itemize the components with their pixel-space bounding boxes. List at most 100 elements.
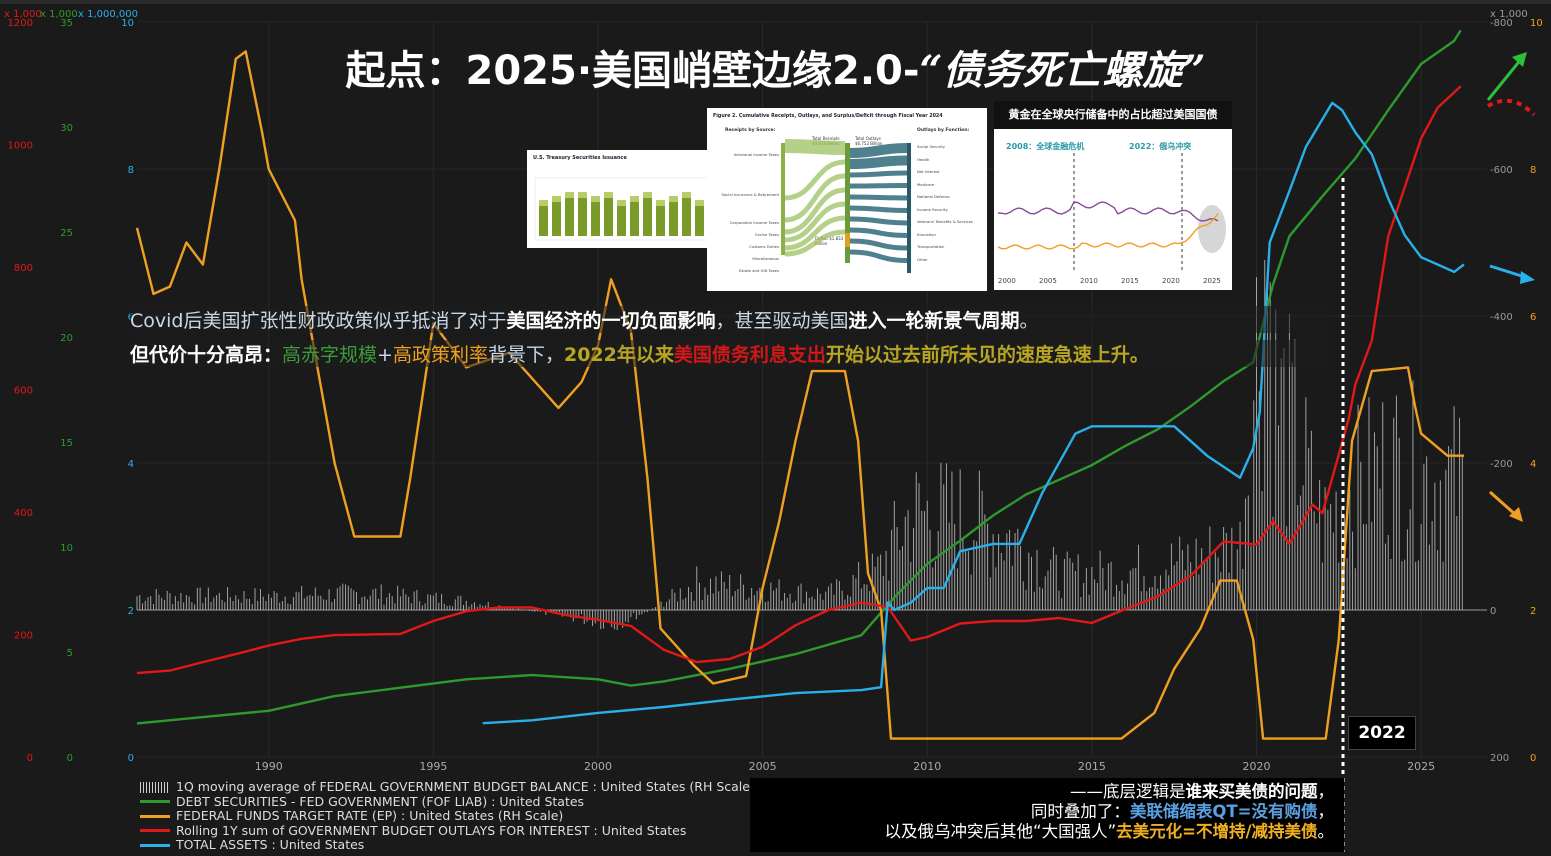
- receipt-item-label: Estate and Gift Taxes: [739, 268, 779, 273]
- concl1-a: ——底层逻辑是: [1070, 782, 1186, 801]
- treasury-bar-base: [656, 206, 665, 236]
- treasury-bar-top: [617, 200, 626, 206]
- blue-axis-tick-8: 8: [128, 165, 134, 176]
- red-axis-tick-800: 800: [14, 263, 33, 274]
- treasury-bar-top: [539, 200, 548, 206]
- x-tick-2010: 2010: [913, 760, 941, 773]
- treasury-bar-base: [552, 202, 561, 236]
- chart-canvas: 1990 1995 2000 2005 2010 2015 2020 2025 1200 1000…: [0, 0, 1551, 856]
- green-axis-header: x 1,000: [40, 9, 78, 20]
- blue-axis-tick-0: 0: [128, 753, 134, 764]
- gold-year-label: 2005: [1039, 277, 1057, 285]
- note1-part-a: Covid后美国扩张性财政政策似乎抵消了对于: [130, 310, 507, 332]
- outlay-item-label: Transportation: [917, 244, 945, 249]
- x-tick-2020: 2020: [1243, 760, 1271, 773]
- inset-gold-share: 黄金在全球央行储备中的占比超过美国国债 2008：全球金融危机 2022：俄乌冲…: [994, 101, 1232, 290]
- green-axis-tick-25: 25: [60, 228, 73, 239]
- note2-part-d: 高政策利率: [392, 344, 488, 366]
- concl3-b: 去美元化=不增持/减持美债: [1116, 822, 1318, 841]
- rate-axis-tick-10: 10: [1530, 18, 1543, 29]
- sankey-flow-out: [849, 216, 908, 226]
- sankey-flow-out: [849, 155, 908, 169]
- x-tick-1995: 1995: [419, 760, 447, 773]
- legend-swatch: [140, 800, 170, 804]
- trend-arrows: [1486, 52, 1536, 522]
- red-dashed-arc: [1486, 98, 1536, 117]
- inset-gold-chart: [997, 153, 1226, 271]
- legend-swatch: [140, 781, 170, 793]
- receipt-item-label: Individual Income Taxes: [733, 152, 779, 157]
- receipt-item-label: Customs Duties: [749, 244, 779, 249]
- note1-part-e: 。: [1019, 310, 1039, 332]
- treasury-bar-base: [617, 206, 626, 236]
- outlay-item-label: Medicare: [917, 181, 935, 187]
- balance-axis-tick--400: -400: [1490, 312, 1513, 323]
- red-axis-tick-200: 200: [14, 631, 33, 642]
- treasury-bar-top: [643, 192, 652, 198]
- rate-axis-tick-4: 4: [1530, 459, 1536, 470]
- treasury-bar-top: [591, 196, 600, 202]
- treasury-bar-top: [552, 196, 561, 202]
- outlay-item-label: Education: [917, 231, 936, 237]
- balance-axis-tick-0: 0: [1490, 606, 1496, 617]
- outlay-item-label: National Defense: [917, 194, 950, 199]
- sankey-flow-out: [849, 227, 908, 238]
- rate-axis-tick-6: 6: [1530, 312, 1536, 323]
- legend-label: 1Q moving average of FEDERAL GOVERNMENT …: [176, 779, 755, 794]
- legend-item: FEDERAL FUNDS TARGET RATE (EP) : United …: [140, 808, 755, 824]
- gold-year-label: 2020: [1162, 277, 1180, 285]
- right-axis-header: x 1,000: [1490, 9, 1528, 20]
- balance-axis-tick--600: -600: [1490, 165, 1513, 176]
- treasury-bar-base: [539, 206, 548, 236]
- note2-part-b: 高赤字规模: [282, 344, 378, 366]
- concl1-c: ，: [1317, 782, 1335, 801]
- balance-axis-tick--200: -200: [1490, 459, 1513, 470]
- concl2-c: ，: [1317, 802, 1335, 821]
- sankey-flow-out: [849, 238, 908, 251]
- red-axis-tick-1000: 1000: [8, 141, 33, 152]
- conclusion-line-1: ——底层逻辑是谁来买美债的问题，: [750, 782, 1334, 802]
- sankey-flow-out: [849, 143, 908, 158]
- red-axis-tick-0: 0: [27, 753, 33, 764]
- treasury-bar-base: [578, 198, 587, 236]
- green-arrow-head: [1512, 52, 1527, 67]
- legend-swatch: [140, 829, 170, 833]
- green-arrow: [1486, 57, 1524, 101]
- x-tick-1990: 1990: [255, 760, 283, 773]
- green-axis-tick-10: 10: [60, 543, 73, 554]
- rate-axis-tick-2: 2: [1530, 606, 1536, 617]
- treasury-bar-base: [591, 202, 600, 236]
- treasury-bar-top: [669, 196, 678, 202]
- chart-legend: 1Q moving average of FEDERAL GOVERNMENT …: [140, 779, 755, 853]
- treasury-bar-base: [669, 202, 678, 236]
- treasury-bar-top: [695, 200, 704, 206]
- legend-label: FEDERAL FUNDS TARGET RATE (EP) : United …: [176, 808, 564, 823]
- note1-part-b: 美国经济的一切负面影响: [506, 310, 716, 332]
- note-line-2: 但代价十分高昂：高赤字规模+高政策利率背景下，2022年以来美国债务利息支出开始…: [130, 340, 1330, 367]
- year-2022-badge: 2022: [1348, 716, 1416, 750]
- note2-part-g: 美国债务利息支出: [673, 344, 826, 366]
- receipt-item-label: Excise Taxes: [755, 232, 779, 237]
- concl1-b: 谁来买美债的问题: [1185, 782, 1318, 801]
- treasury-bar-top: [682, 192, 691, 198]
- inset-sankey: [781, 139, 911, 273]
- legend-item: DEBT SECURITIES - FED GOVERNMENT (FOF LI…: [140, 794, 755, 810]
- gold-year-label: 2015: [1121, 277, 1139, 285]
- sankey-flow-out: [849, 205, 908, 213]
- legend-label: TOTAL ASSETS : United States: [176, 837, 365, 852]
- treasury-bar-base: [565, 198, 574, 236]
- sankey-flow-out: [849, 183, 908, 189]
- outlay-item-label: Net Interest: [917, 169, 940, 174]
- green-axis-tick-5: 5: [67, 648, 73, 659]
- rate-axis-tick-8: 8: [1530, 165, 1536, 176]
- treasury-bar-top: [630, 196, 639, 202]
- orange-arrow: [1489, 490, 1518, 518]
- legend-swatch: [140, 814, 170, 818]
- balance-axis-tick-200: 200: [1490, 753, 1509, 764]
- sankey-deficit-node: [845, 233, 850, 247]
- outlay-item-label: Income Security: [917, 206, 948, 212]
- blue-axis-header: x 1,000,000: [78, 9, 138, 20]
- treasury-bar-base: [604, 198, 613, 236]
- sankey-flow-out: [849, 194, 908, 201]
- treasury-bar-top: [604, 192, 613, 198]
